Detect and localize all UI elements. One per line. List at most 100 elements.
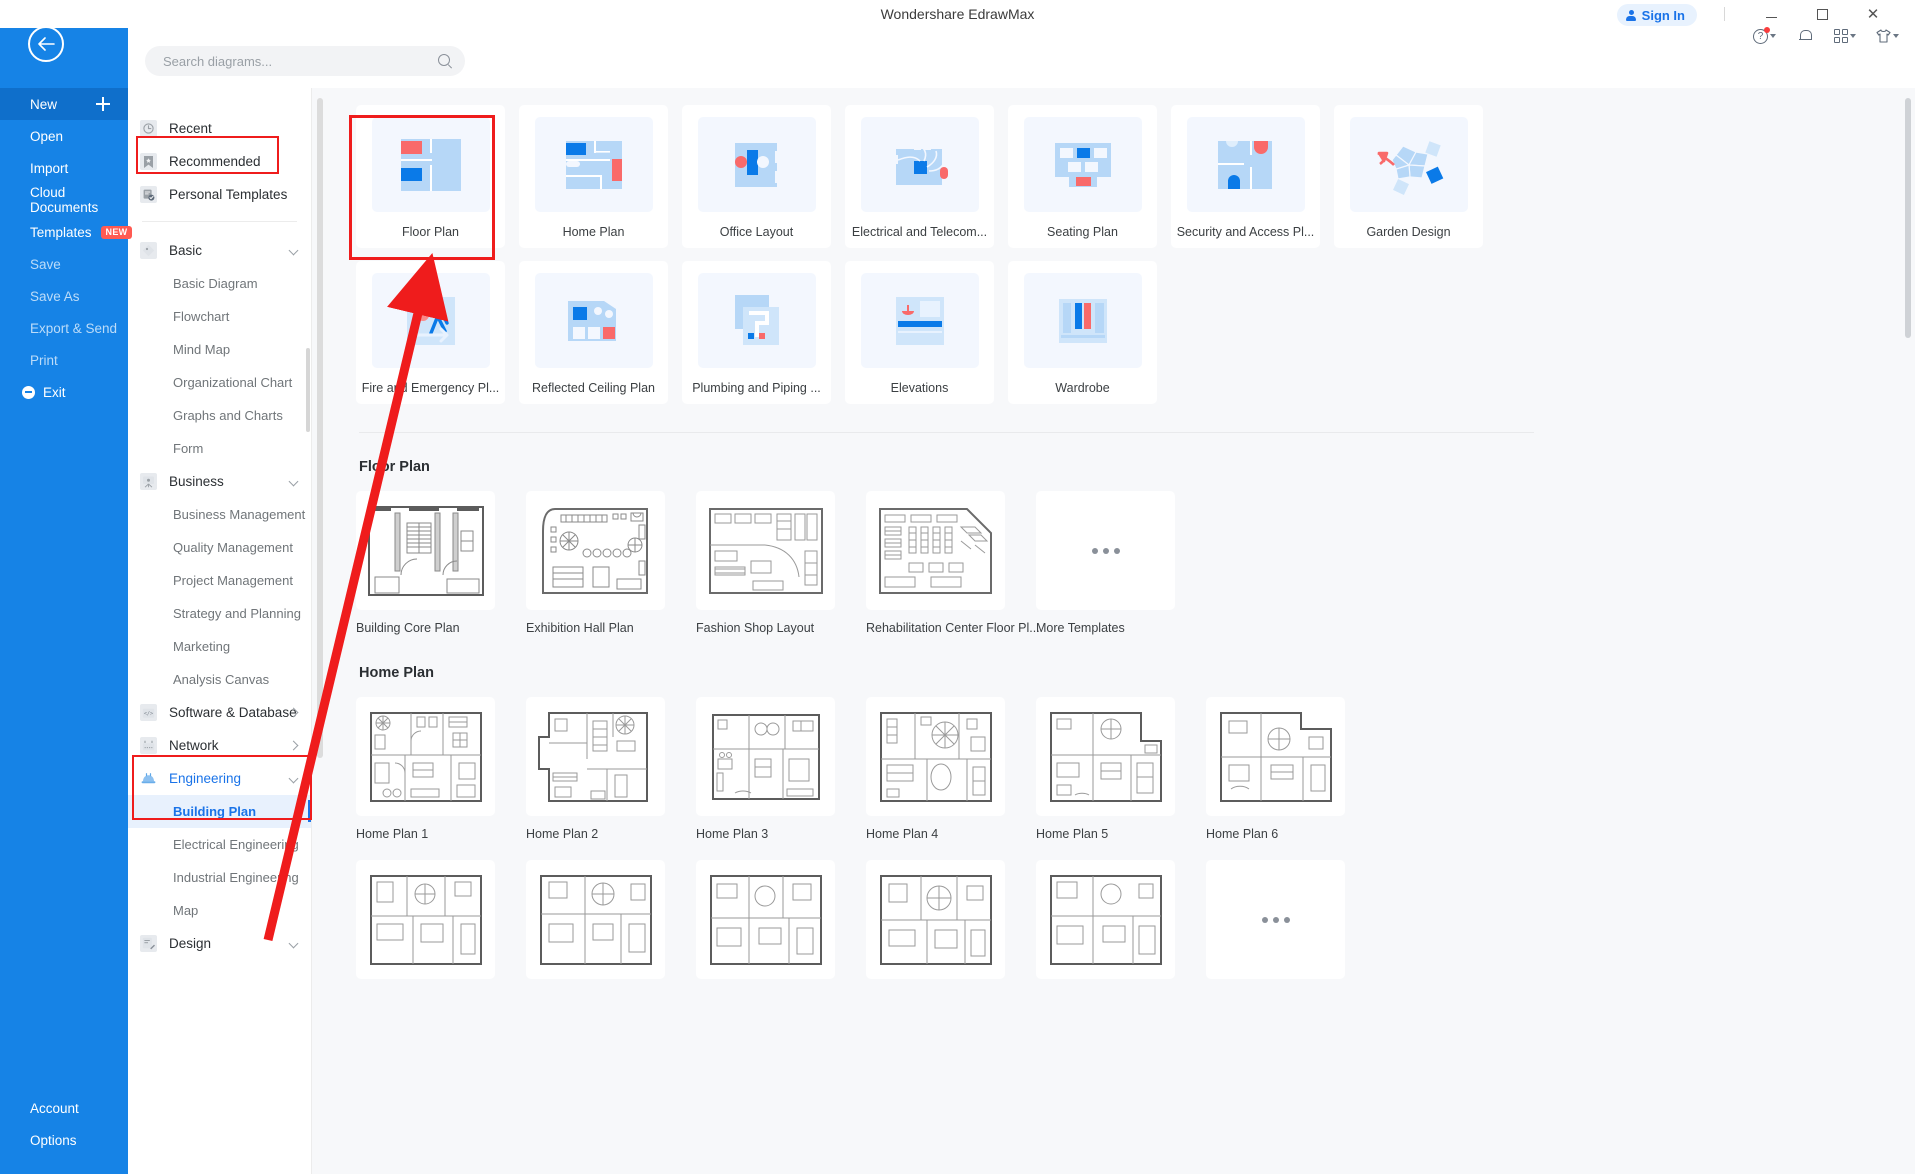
tree-scrollbar[interactable] bbox=[306, 348, 310, 432]
tree-item-mind-map[interactable]: Mind Map bbox=[128, 333, 311, 366]
tree-item-industrial-engineering[interactable]: Industrial Engineering bbox=[128, 861, 311, 894]
chevron-down-icon bbox=[1850, 34, 1856, 38]
sign-in-button[interactable]: Sign In bbox=[1616, 4, 1697, 26]
category-card-fire-and-emergency[interactable]: Fire and Emergency Pl... bbox=[356, 261, 505, 404]
utility-toolbar: ? bbox=[1749, 24, 1903, 48]
template-card-home-plan-10[interactable] bbox=[866, 860, 1005, 979]
tree-item-electrical-engineering[interactable]: Electrical Engineering bbox=[128, 828, 311, 861]
home-plan-2 bbox=[526, 697, 665, 816]
rail-item-label: Print bbox=[30, 352, 58, 368]
category-label: Wardrobe bbox=[1055, 381, 1110, 395]
chevron-down-icon[interactable] bbox=[288, 938, 299, 949]
rail-item-save-as[interactable]: Save As bbox=[0, 280, 128, 312]
category-card-seating-plan[interactable]: Seating Plan bbox=[1008, 105, 1157, 248]
tree-item-graphs-and-charts[interactable]: Graphs and Charts bbox=[128, 399, 311, 432]
rail-item-account[interactable]: Account bbox=[0, 1092, 128, 1124]
template-label: Home Plan 3 bbox=[696, 827, 769, 841]
tree-item-label: Recommended bbox=[169, 154, 261, 169]
chevron-down-icon bbox=[1770, 34, 1776, 38]
template-card-exhibition-hall-plan[interactable]: Exhibition Hall Plan bbox=[526, 491, 665, 635]
rail-item-new[interactable]: New bbox=[0, 88, 128, 120]
template-card-more-templates[interactable]: More Templates bbox=[1036, 491, 1175, 635]
template-card-home-plan-1[interactable]: Home Plan 1 bbox=[356, 697, 495, 841]
category-card-office-layout[interactable]: Office Layout bbox=[682, 105, 831, 248]
code-icon: </> bbox=[140, 704, 157, 721]
plus-icon[interactable] bbox=[96, 97, 110, 111]
rail-item-open[interactable]: Open bbox=[0, 120, 128, 152]
category-card-security-and-access[interactable]: Security and Access Pl... bbox=[1171, 105, 1320, 248]
home-plan-3 bbox=[696, 697, 835, 816]
template-card-more-templates-home-plan[interactable] bbox=[1206, 860, 1345, 979]
rail-item-export-and-send[interactable]: Export & Send bbox=[0, 312, 128, 344]
category-card-reflected-ceiling-plan[interactable]: Reflected Ceiling Plan bbox=[519, 261, 668, 404]
rail-item-options[interactable]: Options bbox=[0, 1124, 128, 1156]
chevron-right-icon[interactable] bbox=[288, 740, 299, 751]
tree-group-basic[interactable]: Basic bbox=[128, 234, 311, 267]
tree-item-organizational-chart[interactable]: Organizational Chart bbox=[128, 366, 311, 399]
help-button[interactable]: ? bbox=[1749, 26, 1780, 46]
tree-item-quality-management[interactable]: Quality Management bbox=[128, 531, 311, 564]
template-card-rehabilitation-center[interactable]: Rehabilitation Center Floor Pl... bbox=[866, 491, 1040, 635]
tree-item-recent[interactable]: Recent bbox=[128, 112, 311, 145]
chevron-down-icon[interactable] bbox=[288, 476, 299, 487]
rail-item-exit[interactable]: Exit bbox=[0, 376, 128, 408]
tree-group-business[interactable]: Business bbox=[128, 465, 311, 498]
template-card-home-plan-3[interactable]: Home Plan 3 bbox=[696, 697, 835, 841]
rail-item-import[interactable]: Import bbox=[0, 152, 128, 184]
main-scrollbar[interactable] bbox=[1905, 98, 1911, 338]
rail-item-cloud-documents[interactable]: Cloud Documents bbox=[0, 184, 128, 216]
tree-item-flowchart[interactable]: Flowchart bbox=[128, 300, 311, 333]
tree-group-design[interactable]: Design bbox=[128, 927, 311, 960]
chevron-down-icon[interactable] bbox=[288, 245, 299, 256]
template-card-home-plan-5[interactable]: Home Plan 5 bbox=[1036, 697, 1175, 841]
tree-group-engineering[interactable]: Engineering bbox=[128, 762, 311, 795]
chevron-down-icon[interactable] bbox=[288, 773, 299, 784]
rail-item-print[interactable]: Print bbox=[0, 344, 128, 376]
template-card-home-plan-8[interactable] bbox=[526, 860, 665, 979]
tree-item-form[interactable]: Form bbox=[128, 432, 311, 465]
rail-item-save[interactable]: Save bbox=[0, 248, 128, 280]
category-card-plumbing-and-piping[interactable]: Plumbing and Piping ... bbox=[682, 261, 831, 404]
category-card-floor-plan[interactable]: Floor Plan bbox=[356, 105, 505, 248]
category-card-elevations[interactable]: Elevations bbox=[845, 261, 994, 404]
tree-outer-scrollbar[interactable] bbox=[317, 98, 323, 758]
apps-button[interactable] bbox=[1830, 27, 1860, 45]
template-card-home-plan-2[interactable]: Home Plan 2 bbox=[526, 697, 665, 841]
rail-item-label: Open bbox=[30, 128, 64, 144]
template-card-fashion-shop-layout[interactable]: Fashion Shop Layout bbox=[696, 491, 835, 635]
tree-group-network[interactable]: Network bbox=[128, 729, 311, 762]
tree-item-map[interactable]: Map bbox=[128, 894, 311, 927]
maximize-button[interactable] bbox=[1807, 3, 1837, 25]
template-card-home-plan-7[interactable] bbox=[356, 860, 495, 979]
template-card-home-plan-6[interactable]: Home Plan 6 bbox=[1206, 697, 1345, 841]
theme-button[interactable] bbox=[1872, 27, 1903, 45]
close-button[interactable]: ✕ bbox=[1858, 3, 1888, 25]
search-box[interactable] bbox=[145, 46, 465, 76]
search-input[interactable] bbox=[163, 53, 438, 69]
category-label: Plumbing and Piping ... bbox=[692, 381, 821, 395]
tree-item-project-management[interactable]: Project Management bbox=[128, 564, 311, 597]
design-icon bbox=[140, 935, 157, 952]
tree-group-software-and-database[interactable]: </> Software & Database bbox=[128, 696, 311, 729]
tree-item-personal-templates[interactable]: Personal Templates bbox=[128, 178, 311, 211]
notification-button[interactable] bbox=[1794, 27, 1816, 46]
category-card-home-plan[interactable]: Home Plan bbox=[519, 105, 668, 248]
tree-item-strategy-and-planning[interactable]: Strategy and Planning bbox=[128, 597, 311, 630]
tree-item-marketing[interactable]: Marketing bbox=[128, 630, 311, 663]
back-arrow-icon[interactable] bbox=[28, 26, 64, 62]
template-card-home-plan-11[interactable] bbox=[1036, 860, 1175, 979]
category-card-wardrobe[interactable]: Wardrobe bbox=[1008, 261, 1157, 404]
tree-item-recommended[interactable]: Recommended bbox=[128, 145, 311, 178]
category-card-electrical-and-telecom[interactable]: Electrical and Telecom... bbox=[845, 105, 994, 248]
minimize-button[interactable] bbox=[1756, 3, 1786, 25]
tree-item-business-management[interactable]: Business Management bbox=[128, 498, 311, 531]
category-card-garden-design[interactable]: Garden Design bbox=[1334, 105, 1483, 248]
template-card-home-plan-4[interactable]: Home Plan 4 bbox=[866, 697, 1005, 841]
tree-item-analysis-canvas[interactable]: Analysis Canvas bbox=[128, 663, 311, 696]
search-icon[interactable] bbox=[438, 53, 453, 69]
rail-item-templates[interactable]: Templates NEW bbox=[0, 216, 133, 248]
tree-item-basic-diagram[interactable]: Basic Diagram bbox=[128, 267, 311, 300]
template-card-home-plan-9[interactable] bbox=[696, 860, 835, 979]
tree-item-building-plan[interactable]: Building Plan bbox=[128, 795, 311, 828]
template-card-building-core-plan[interactable]: Building Core Plan bbox=[356, 491, 495, 635]
